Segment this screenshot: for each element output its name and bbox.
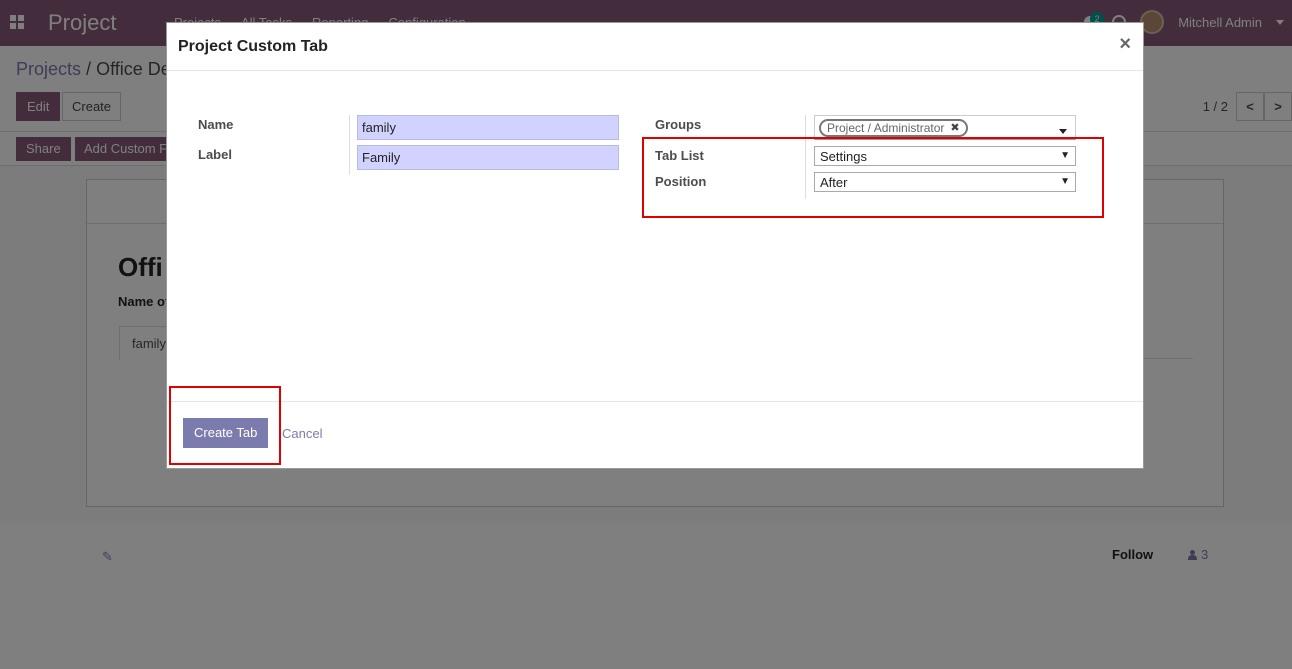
groups-tag: Project / Administrator ✖	[819, 119, 968, 137]
highlight-box-create-tab	[169, 386, 281, 465]
modal-header: Project Custom Tab ×	[167, 23, 1143, 71]
field-separator-left	[349, 115, 350, 175]
highlight-box-tab-settings	[642, 137, 1104, 218]
name-label: Name	[198, 117, 234, 132]
label-label: Label	[198, 147, 232, 162]
groups-label: Groups	[655, 117, 702, 132]
project-custom-tab-dialog: Project Custom Tab × Name family Label F…	[166, 22, 1144, 469]
groups-tag-label: Project / Administrator	[827, 121, 945, 135]
cancel-button[interactable]: Cancel	[282, 426, 322, 441]
modal-title: Project Custom Tab	[178, 38, 328, 55]
label-input[interactable]: Family	[357, 145, 619, 170]
close-icon[interactable]: ×	[1119, 33, 1131, 56]
name-input[interactable]: family	[357, 115, 619, 140]
caret-down-icon[interactable]	[1059, 129, 1067, 134]
tag-remove-icon[interactable]: ✖	[950, 121, 959, 135]
modal-footer: Create Tab Cancel	[167, 401, 1143, 468]
